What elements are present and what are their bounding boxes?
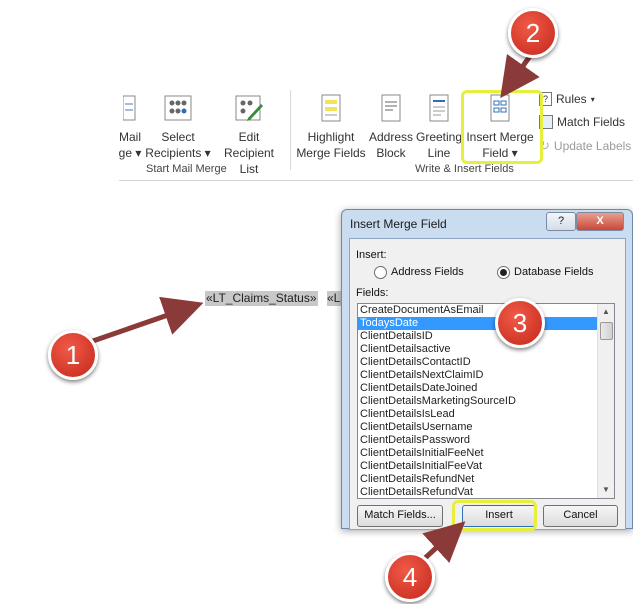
update-labels-button[interactable]: ↻ Update Labels (539, 138, 631, 154)
insert-label: Insert: (356, 249, 387, 261)
address-sub: Block (376, 146, 406, 160)
merge-field-partial[interactable]: «L (327, 291, 341, 306)
field-list-item[interactable]: TodaysDate (358, 317, 597, 330)
help-button[interactable]: ? (546, 212, 576, 231)
mail-sub-label: ge ▾ (118, 146, 142, 160)
callout-3: 3 (495, 298, 545, 348)
address-label: Address (368, 130, 414, 144)
highlight-icon (321, 94, 341, 122)
database-fields-radio[interactable] (497, 266, 510, 279)
fields-label: Fields: (356, 287, 389, 299)
edit-list-label: Edit (238, 130, 260, 144)
address-fields-radio[interactable] (374, 266, 387, 279)
close-button[interactable]: X (576, 212, 624, 231)
greeting-label: Greeting (415, 130, 463, 144)
update-labels-label: Update Labels (553, 139, 632, 153)
mail-icon (122, 95, 136, 121)
dialog-titlebar[interactable]: Insert Merge Field ? X (342, 210, 632, 238)
field-list-item[interactable]: ClientDetailsIsLead (358, 408, 597, 421)
scroll-up-arrow-icon[interactable]: ▲ (598, 304, 614, 320)
ribbon-separator (290, 90, 291, 170)
field-list-item[interactable]: ClientDetailsDateJoined (358, 382, 597, 395)
callout-1: 1 (48, 330, 98, 380)
field-list-item[interactable]: ClientDetailsMarketingSourceID (358, 395, 597, 408)
highlight-sub: Merge Fields (296, 146, 366, 160)
insert-merge-field-dialog: Insert Merge Field ? X Insert: Address F… (341, 209, 633, 530)
callout-2: 2 (508, 8, 558, 58)
match-fields-dialog-button[interactable]: Match Fields... (357, 505, 443, 527)
field-list-item[interactable]: ClientDetailsactive (358, 343, 597, 356)
select-recipients-label: Select (161, 130, 195, 144)
field-list-item[interactable]: ClientDetailsID (358, 330, 597, 343)
scroll-thumb[interactable] (600, 322, 613, 340)
highlight-insert-merge-field (461, 90, 543, 164)
callout-4: 4 (385, 552, 435, 602)
field-list-item[interactable]: ClientDetailsRefundVat (358, 486, 597, 498)
select-recipients-sub: Recipients ▾ (145, 146, 211, 160)
field-list-item[interactable]: ClientDetailsInitialFeeVat (358, 460, 597, 473)
dialog-body: Insert: Address Fields Database Fields F… (349, 238, 626, 530)
database-fields-label[interactable]: Database Fields (514, 266, 594, 278)
match-fields-label: Match Fields (557, 115, 626, 129)
field-list-item[interactable]: CreateDocumentAsEmail (358, 304, 597, 317)
ribbon-mailings: Mail ge ▾ Select Recipients ▾ Edit Recip… (119, 80, 633, 181)
field-list-item[interactable]: ClientDetailsPassword (358, 434, 597, 447)
rules-label: Rules (556, 92, 587, 106)
highlight-label: Highlight (307, 130, 355, 144)
greeting-line-icon (429, 94, 449, 122)
arrow-1 (89, 296, 204, 345)
chevron-down-icon: ▾ (590, 94, 595, 104)
group-label-start-mail-merge: Start Mail Merge (146, 163, 227, 175)
address-block-icon (381, 94, 401, 122)
cancel-button[interactable]: Cancel (543, 505, 618, 527)
field-list-item[interactable]: ClientDetailsRefundNet (358, 473, 597, 486)
address-block-button[interactable]: Address Block (367, 94, 415, 161)
merge-field-lt-claims-status[interactable]: «LT_Claims_Status» (205, 291, 318, 306)
group-label-write-insert: Write & Insert Fields (415, 163, 514, 175)
greeting-sub: Line (427, 146, 451, 160)
edit-list-icon (235, 95, 263, 121)
arrow-4 (422, 521, 466, 563)
address-fields-label[interactable]: Address Fields (391, 266, 464, 278)
fields-list: CreateDocumentAsEmail TodaysDate ClientDet… (358, 304, 614, 498)
fields-listbox[interactable]: CreateDocumentAsEmail TodaysDate ClientDet… (357, 303, 615, 499)
select-recipients-button[interactable]: Select Recipients ▾ (145, 94, 211, 161)
scroll-down-arrow-icon[interactable]: ▼ (598, 482, 614, 498)
mail-label: Mail (118, 130, 141, 144)
greeting-line-button[interactable]: Greeting Line (415, 94, 463, 161)
recipients-icon (164, 95, 192, 121)
vertical-scrollbar[interactable]: ▲ ▼ (597, 304, 614, 498)
field-list-item[interactable]: ClientDetailsContactID (358, 356, 597, 369)
rules-button[interactable]: ? Rules ▾ (539, 92, 595, 106)
field-list-item[interactable]: ClientDetailsUsername (358, 421, 597, 434)
highlight-merge-fields-button[interactable]: Highlight Merge Fields (295, 94, 367, 161)
highlight-insert-button (452, 500, 537, 531)
match-fields-button[interactable]: Match Fields (539, 115, 625, 129)
field-list-item[interactable]: ClientDetailsNextClaimID (358, 369, 597, 382)
start-mail-merge-button[interactable]: Mail ge ▾ (117, 94, 143, 161)
field-list-item[interactable]: ClientDetailsInitialFeeNet (358, 447, 597, 460)
dialog-title: Insert Merge Field (350, 217, 447, 231)
